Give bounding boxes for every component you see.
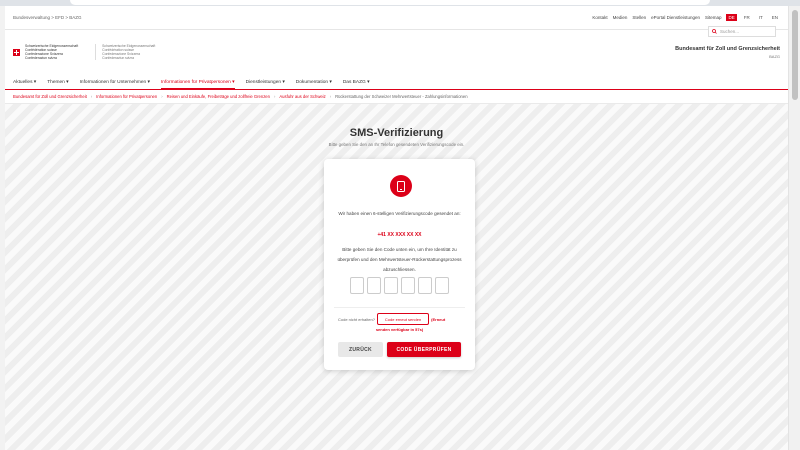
nav-privatpersonen[interactable]: Informationen für Privatpersonen ▾ <box>160 80 235 89</box>
code-digit-input[interactable] <box>384 277 398 294</box>
office-title: Bundesamt für Zoll und Grenzsicherheit <box>675 45 780 52</box>
breadcrumb: Bundesamt für Zoll und Grenzsicherheit ›… <box>5 90 788 104</box>
link-sitemap[interactable]: Sitemap <box>705 15 722 20</box>
code-digit-input[interactable] <box>418 277 432 294</box>
back-button[interactable]: ZURÜCK <box>338 342 383 357</box>
resend-code-button[interactable]: Code erneut senden <box>376 313 430 325</box>
link-medien[interactable]: Medien <box>613 15 628 20</box>
divider <box>334 307 465 308</box>
nav-unternehmen[interactable]: Informationen für Unternehmen ▾ <box>80 80 150 89</box>
verification-card: Wir haben einen 6-stelligen Verifizierun… <box>324 159 475 370</box>
link-stellen[interactable]: Stellen <box>632 15 646 20</box>
service-links: Kontakt Medien Stellen ePortal Dienstlei… <box>592 14 780 21</box>
link-eportal[interactable]: ePortal Dienstleistungen <box>651 15 700 20</box>
main-nav: Aktuelles ▾ Themen ▾ Informationen für U… <box>5 74 788 90</box>
breadcrumb-separator: › <box>273 94 276 99</box>
sent-message: Wir haben einen 6-stelligen Verifizierun… <box>338 211 461 216</box>
scrollbar-thumb[interactable] <box>792 10 798 100</box>
breadcrumb-item[interactable]: Ausfuhr aus der Schweiz <box>279 94 325 99</box>
service-bar: Bundesverwaltung > EFD > BAZG Kontakt Me… <box>5 6 788 30</box>
breadcrumb-separator: › <box>161 94 163 99</box>
resend-row: Code nicht erhalten? Code erneut senden … <box>338 313 445 325</box>
code-digit-input[interactable] <box>350 277 364 294</box>
code-digit-input[interactable] <box>401 277 415 294</box>
office-abbr: BAZG <box>769 53 780 59</box>
code-digit-input[interactable] <box>435 277 449 294</box>
language-fr[interactable]: FR <box>742 14 752 21</box>
language-de[interactable]: DE <box>726 14 737 21</box>
nav-themen[interactable]: Themen ▾ <box>47 80 68 89</box>
nav-dienstleistungen[interactable]: Dienstleistungen ▾ <box>246 80 285 89</box>
language-it[interactable]: IT <box>757 14 765 21</box>
page-subtitle: Bitte geben Sie den an Ihr Telefon gesen… <box>328 142 465 147</box>
code-input-group <box>350 277 449 294</box>
nav-das-bazg[interactable]: Das BAZG ▾ <box>343 80 370 89</box>
breadcrumb-item[interactable]: Informationen für Privatpersonen <box>96 94 157 99</box>
site-header: Schweizerische Eidgenossenschaft Confédé… <box>5 30 788 74</box>
main-content: SMS-Verifizierung Bitte geben Sie den an… <box>5 104 788 450</box>
address-bar[interactable] <box>70 0 710 5</box>
confederation-names: Schweizerische Eidgenossenschaft Confédé… <box>25 44 78 61</box>
breadcrumb-separator: › <box>90 94 93 99</box>
code-digit-input[interactable] <box>367 277 381 294</box>
federal-breadcrumb[interactable]: Bundesverwaltung > EFD > BAZG <box>13 15 82 20</box>
breadcrumb-current: Rückerstattung der Schweizer Mehrwertste… <box>335 94 468 99</box>
resend-question: Code nicht erhalten? <box>338 316 375 322</box>
breadcrumb-item[interactable]: Bundesamt für Zoll und Grenzsicherheit <box>13 94 87 99</box>
phone-icon <box>390 175 412 197</box>
page-title: SMS-Verifizierung <box>349 127 444 139</box>
swiss-cross-icon <box>13 48 20 56</box>
resend-countdown: (Erneut <box>431 316 446 322</box>
confed-name-rm: Confederaziun svizra <box>25 56 57 61</box>
resend-countdown-continued: senden verfügbar in 57s) <box>375 327 424 332</box>
link-kontakt[interactable]: Kontakt <box>592 15 607 20</box>
confed-name-rm-2: Confederaziun svizra <box>102 56 135 61</box>
nav-dokumentation[interactable]: Dokumentation ▾ <box>296 80 332 89</box>
instruction-text: Bitte geben Sie den Code unten ein, um I… <box>337 247 462 272</box>
confederation-logo[interactable]: Schweizerische Eidgenossenschaft Confédé… <box>13 43 155 61</box>
verify-code-button[interactable]: CODE ÜBERPRÜFEN <box>387 342 461 357</box>
phone-number: +41 XX XXX XX XX <box>377 232 422 238</box>
language-en[interactable]: EN <box>770 14 780 21</box>
confederation-names-secondary: Schweizerische Eidgenossenschaft Confédé… <box>95 43 155 61</box>
office-name: Bundesamt für Zoll und Grenzsicherheit B… <box>675 46 780 59</box>
breadcrumb-item[interactable]: Reisen und Einkäufe, Freibeträge und zol… <box>167 94 270 99</box>
nav-aktuelles[interactable]: Aktuelles ▾ <box>13 80 36 89</box>
page: Bundesverwaltung > EFD > BAZG Kontakt Me… <box>5 6 788 450</box>
breadcrumb-separator: › <box>329 94 332 99</box>
scrollbar[interactable] <box>788 6 800 450</box>
